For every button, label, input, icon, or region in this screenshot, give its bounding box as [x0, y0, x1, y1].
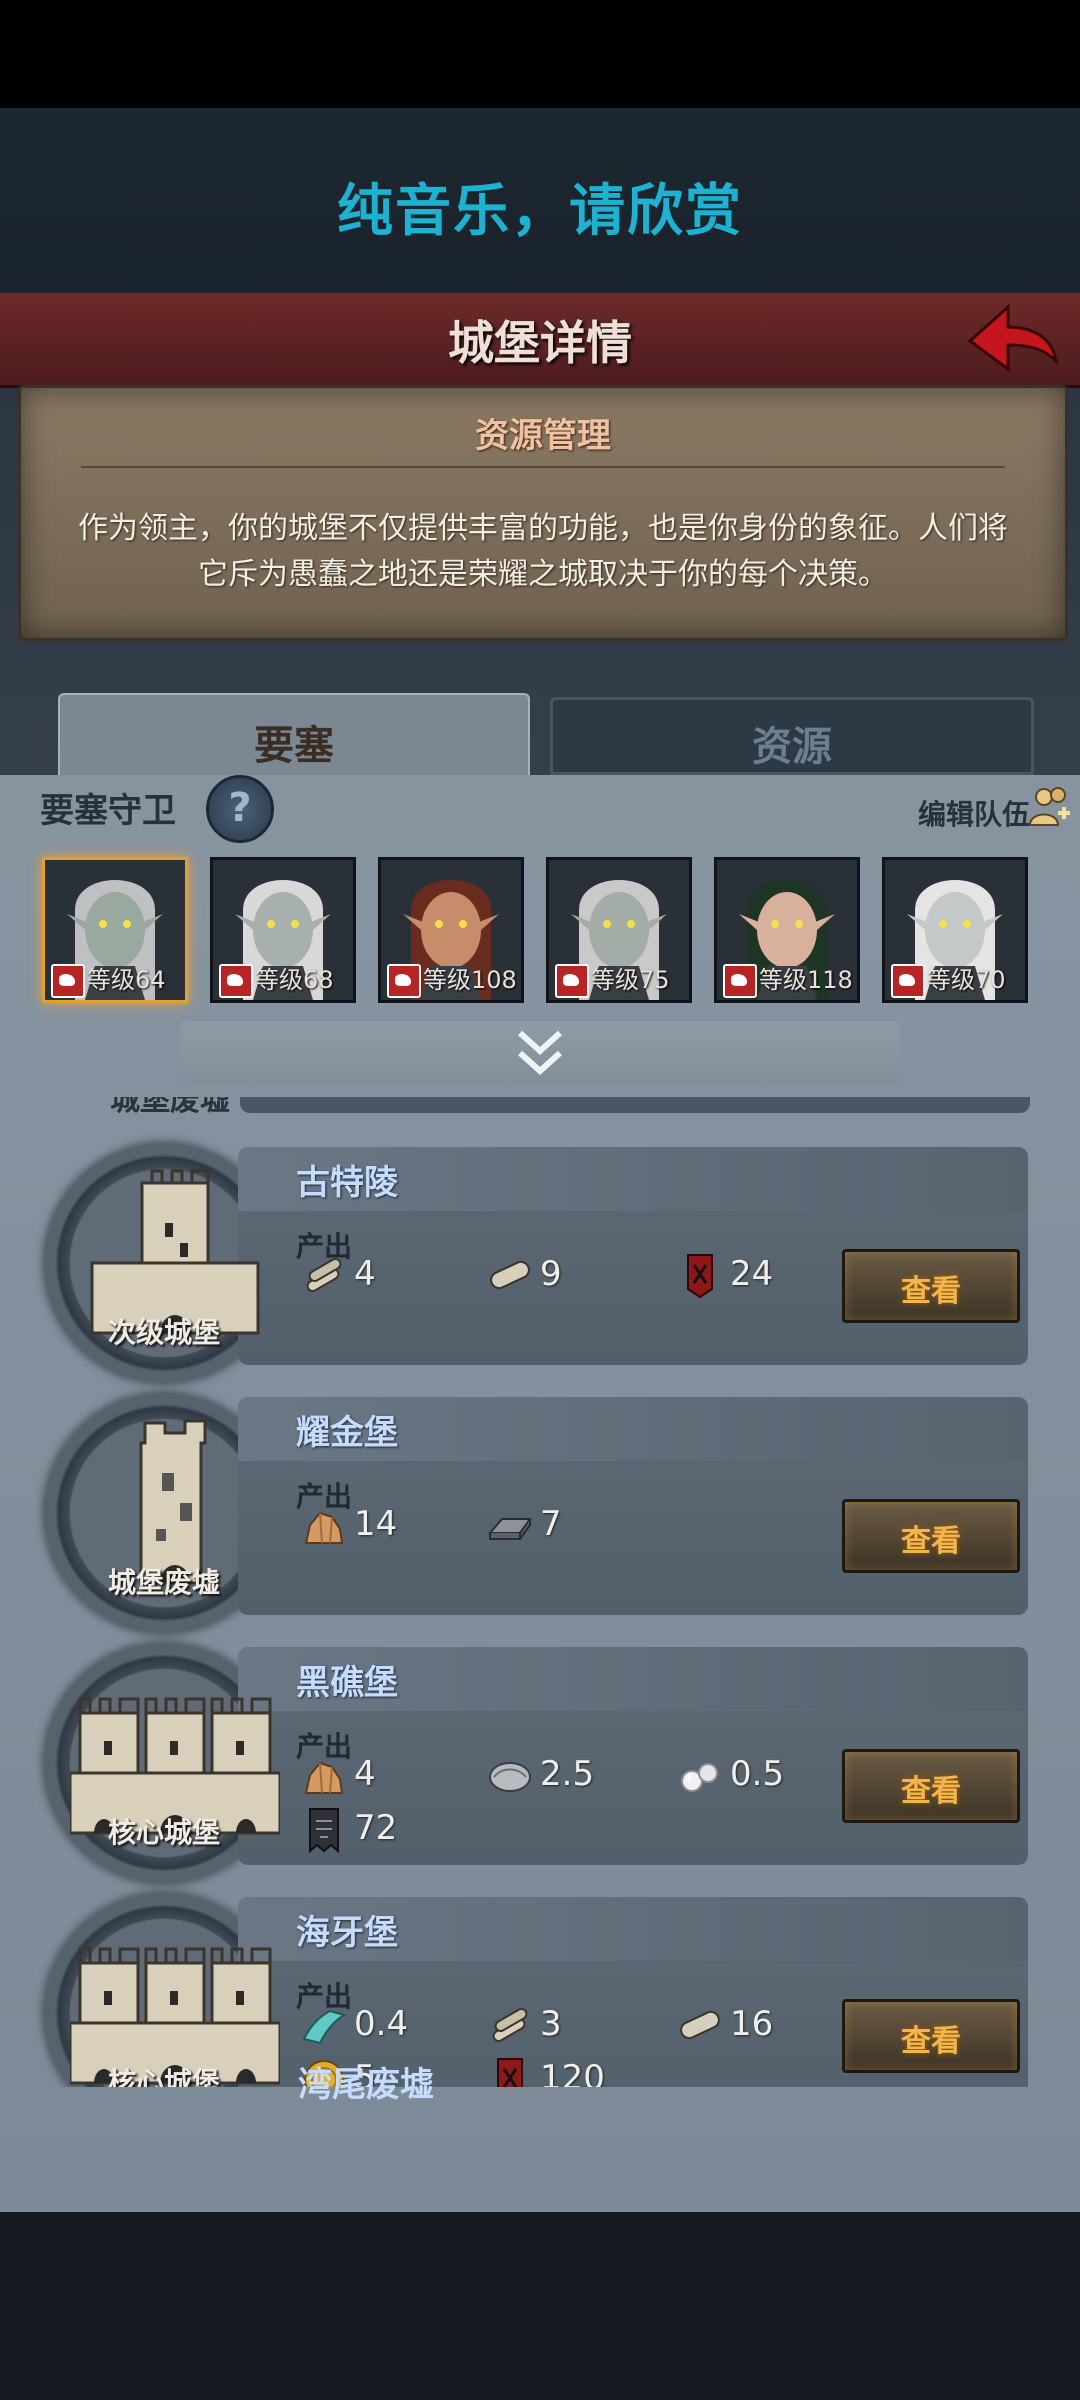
iron-ingot-icon: [487, 1517, 532, 1540]
hero-level: 等级108: [387, 962, 521, 998]
hero-level: 等级68: [219, 962, 338, 998]
resource-output: 120: [486, 2055, 605, 2087]
dark-banner-icon: [309, 1807, 339, 1853]
hero-slot[interactable]: 等级70: [882, 857, 1028, 1003]
view-button[interactable]: 查看: [842, 1749, 1020, 1823]
castle-card: 古特陵 产出 次级城堡 4 9 24 查看: [0, 1143, 1080, 1383]
resource-value: 14: [354, 1504, 398, 1544]
partial-castle-name: 湾尾废墟: [298, 2065, 434, 2105]
view-button[interactable]: 查看: [842, 1499, 1020, 1573]
resource-value: 0.4: [354, 2004, 409, 2044]
resource-output: 2.5: [486, 1751, 594, 1797]
class-icon: [51, 964, 85, 998]
hero-slot[interactable]: 等级75: [546, 857, 692, 1003]
ore-icon: [304, 1761, 344, 1794]
music-banner: 纯音乐，请欣赏: [0, 108, 1080, 293]
help-icon[interactable]: ?: [206, 775, 274, 843]
tab-resources-label: 资源: [752, 724, 832, 770]
partial-castle-name: 城堡废墟: [110, 1097, 230, 1118]
resource-value: 4: [354, 1754, 376, 1794]
resource-value: 24: [730, 1254, 774, 1294]
resource-output: 3: [486, 2001, 562, 2047]
class-icon: [723, 964, 757, 998]
double-chevron-down-icon[interactable]: [510, 1027, 570, 1079]
hero-slot[interactable]: 等级64: [42, 857, 188, 1003]
tab-fortress-label: 要塞: [254, 723, 334, 769]
red-banner-icon: [497, 2057, 523, 2087]
resource-output: 72: [300, 1805, 398, 1853]
castle-name: 耀金堡: [296, 1413, 398, 1453]
cloth-icon: [302, 2009, 347, 2044]
castle-list: 城堡废墟 古特陵 产出 次级城堡 4 9 24 查看 耀金堡 产出 城堡废墟 14 7 查看 黑礁堡 产出核…: [0, 1097, 1080, 2087]
hero-level: 等级75: [555, 962, 674, 998]
status-bar: [0, 0, 1080, 108]
resource-value: 72: [354, 1808, 398, 1848]
hero-level: 等级118: [723, 962, 857, 998]
scroll-bundle-icon: [492, 2007, 528, 2042]
resource-value: 16: [730, 2004, 774, 2044]
resource-output: 16: [676, 2001, 773, 2047]
guards-label: 要塞守卫: [40, 791, 176, 831]
red-banner-icon: [687, 1253, 713, 1298]
hero-slot[interactable]: 等级108: [378, 857, 524, 1003]
resource-value: 0.5: [730, 1754, 785, 1794]
castle-tier: 核心城堡: [107, 2066, 220, 2087]
resource-output: 0.4: [300, 2001, 408, 2047]
castle-name: 黑礁堡: [296, 1663, 398, 1703]
castle-tier: 次级城堡: [107, 1316, 220, 1349]
info-title: 资源管理: [475, 416, 611, 456]
castle-detail-screen: 城堡详情 资源管理 作为领主，你的城堡不仅提供丰富的功能，也是你身份的象征。人们…: [0, 293, 1080, 2213]
class-icon: [555, 964, 589, 998]
class-icon: [387, 964, 421, 998]
bottom-area: [0, 2212, 1080, 2400]
resource-value: 7: [540, 1504, 562, 1544]
castle-card: 耀金堡 产出 城堡废墟 14 7 查看: [0, 1393, 1080, 1633]
castle-name: 海牙堡: [296, 1913, 398, 1953]
parchment-icon: [680, 2010, 720, 2039]
hero-slot[interactable]: 等级68: [210, 857, 356, 1003]
resource-output: 9: [486, 1251, 562, 1297]
banner-text: 纯音乐，请欣赏: [337, 179, 743, 244]
resource-output: 14: [300, 1501, 397, 1547]
partial-card: [240, 1097, 1030, 1113]
castle-card: 海牙堡 产出 核心城堡 0.4 3 16 5 120 查看: [0, 1893, 1080, 2087]
hero-slot[interactable]: 等级118: [714, 857, 860, 1003]
castle-tier: 核心城堡: [107, 1816, 220, 1849]
view-button[interactable]: 查看: [842, 1999, 1020, 2073]
fortress-panel: 要塞守卫 ? 编辑队伍 等级64 等级68 等级108 等级75 等级118 等级70 城…: [0, 775, 1080, 2213]
class-icon: [891, 964, 925, 998]
resource-output: 24: [676, 1251, 774, 1298]
resource-output: 4: [300, 1751, 376, 1797]
resource-value: 2.5: [540, 1754, 595, 1794]
castle-name: 古特陵: [296, 1163, 398, 1203]
oyster-icon: [489, 1761, 531, 1792]
resource-output: 7: [486, 1501, 562, 1547]
title-bar: 城堡详情: [0, 293, 1080, 388]
parchment-icon: [490, 1260, 530, 1289]
hero-level: 等级64: [51, 962, 170, 998]
class-icon: [219, 964, 253, 998]
castle-tier: 城堡废墟: [107, 1566, 220, 1599]
ore-icon: [304, 1511, 344, 1544]
divider: [81, 466, 1005, 468]
resource-output: 4: [300, 1251, 376, 1297]
castle-card: 黑礁堡 产出 核心城堡 4 2.5 0.5 72 查看: [0, 1643, 1080, 1883]
back-arrow-icon[interactable]: [962, 299, 1062, 379]
resource-value: 3: [540, 2004, 562, 2044]
view-button[interactable]: 查看: [842, 1249, 1020, 1323]
info-body: 作为领主，你的城堡不仅提供丰富的功能，也是你身份的象征。人们将它斥为愚蠢之地还是…: [78, 511, 1008, 592]
pearl-icon: [681, 1762, 718, 1792]
resource-value: 9: [540, 1254, 562, 1294]
hero-level: 等级70: [891, 962, 1010, 998]
resource-output: 0.5: [676, 1751, 784, 1797]
info-scroll: 资源管理 作为领主，你的城堡不仅提供丰富的功能，也是你身份的象征。人们将它斥为愚…: [18, 385, 1068, 641]
tab-fortress[interactable]: 要塞: [58, 693, 530, 777]
resource-value: 4: [354, 1254, 376, 1294]
page-title: 城堡详情: [448, 316, 632, 370]
add-team-icon[interactable]: [1028, 785, 1072, 829]
edit-team-button[interactable]: 编辑队伍: [918, 793, 1030, 833]
scroll-bundle-icon: [306, 1257, 342, 1292]
resource-value: 120: [540, 2058, 605, 2087]
tab-resources[interactable]: 资源: [550, 697, 1034, 775]
